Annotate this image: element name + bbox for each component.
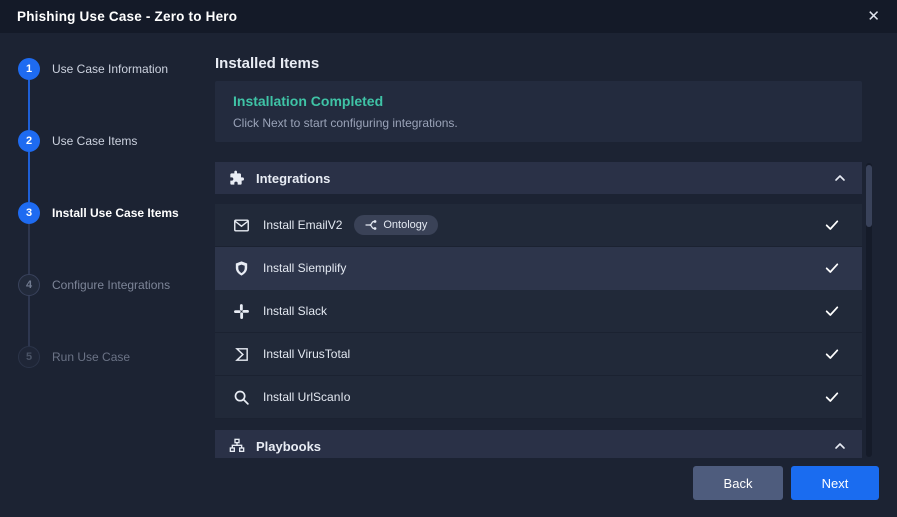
step-connector — [28, 80, 30, 130]
chevron-up-icon[interactable] — [832, 170, 848, 186]
item-label: Install EmailV2 — [263, 218, 342, 232]
section-label: Playbooks — [256, 439, 321, 454]
step-label: Use Case Information — [52, 62, 168, 76]
modal-phishing-use-case: Phishing Use Case - Zero to Hero ✕ 1 Use… — [0, 0, 897, 517]
section-label: Integrations — [256, 171, 330, 186]
close-icon[interactable]: ✕ — [867, 9, 880, 24]
step-indicator: 5 — [18, 346, 40, 368]
installed-items-list: Integrations Install EmailV2 Ontology — [215, 162, 862, 458]
install-item-row-urlscanio[interactable]: Install UrlScanIo — [215, 376, 862, 419]
check-icon — [824, 346, 840, 362]
branch-icon — [365, 219, 377, 231]
badge-label: Ontology — [383, 219, 427, 231]
page-title: Installed Items — [215, 55, 319, 72]
step-label: Run Use Case — [52, 350, 130, 364]
step-indicator: 2 — [18, 130, 40, 152]
titlebar: Phishing Use Case - Zero to Hero ✕ — [0, 0, 897, 33]
step-label: Install Use Case Items — [52, 206, 179, 220]
step-run-use-case[interactable]: 5 Run Use Case — [18, 346, 130, 368]
puzzle-icon — [229, 170, 245, 186]
scrollbar-thumb[interactable] — [866, 165, 872, 227]
check-icon — [824, 260, 840, 276]
mail-icon — [233, 217, 250, 234]
install-item-row-virustotal[interactable]: Install VirusTotal — [215, 333, 862, 376]
scrollbar-track[interactable] — [866, 163, 872, 457]
install-item-row-emailv2[interactable]: Install EmailV2 Ontology — [215, 204, 862, 247]
step-indicator: 3 — [18, 202, 40, 224]
step-connector — [28, 224, 30, 274]
window-title: Phishing Use Case - Zero to Hero — [17, 9, 237, 24]
install-item-row-slack[interactable]: Install Slack — [215, 290, 862, 333]
item-label: Install Slack — [263, 304, 327, 318]
item-label: Install Siemplify — [263, 261, 346, 275]
wizard-stepper: 1 Use Case Information 2 Use Case Items … — [0, 33, 200, 517]
step-install-use-case-items[interactable]: 3 Install Use Case Items — [18, 202, 179, 224]
item-label: Install UrlScanIo — [263, 390, 350, 404]
installation-status-banner: Installation Completed Click Next to sta… — [215, 81, 862, 142]
step-indicator: 1 — [18, 58, 40, 80]
sitemap-icon — [229, 438, 245, 454]
install-item-row-siemplify[interactable]: Install Siemplify — [215, 247, 862, 290]
step-indicator: 4 — [18, 274, 40, 296]
slack-icon — [233, 303, 250, 320]
main-content: Installed Items Installation Completed C… — [200, 33, 897, 517]
step-label: Use Case Items — [52, 134, 137, 148]
step-use-case-items[interactable]: 2 Use Case Items — [18, 130, 137, 152]
item-label: Install VirusTotal — [263, 347, 350, 361]
step-label: Configure Integrations — [52, 278, 170, 292]
banner-subtitle: Click Next to start configuring integrat… — [233, 116, 844, 130]
virustotal-icon — [233, 346, 250, 363]
step-connector — [28, 296, 30, 346]
check-icon — [824, 217, 840, 233]
check-icon — [824, 389, 840, 405]
ontology-badge[interactable]: Ontology — [354, 215, 438, 235]
chevron-up-icon[interactable] — [832, 438, 848, 454]
back-button[interactable]: Back — [693, 466, 783, 500]
siemplify-icon — [233, 260, 250, 277]
section-header-integrations[interactable]: Integrations — [215, 162, 862, 194]
banner-title: Installation Completed — [233, 93, 844, 109]
step-configure-integrations[interactable]: 4 Configure Integrations — [18, 274, 170, 296]
section-header-playbooks[interactable]: Playbooks — [215, 430, 862, 458]
check-icon — [824, 303, 840, 319]
step-use-case-information[interactable]: 1 Use Case Information — [18, 58, 168, 80]
urlscan-icon — [233, 389, 250, 406]
next-button[interactable]: Next — [791, 466, 879, 500]
step-connector — [28, 152, 30, 202]
